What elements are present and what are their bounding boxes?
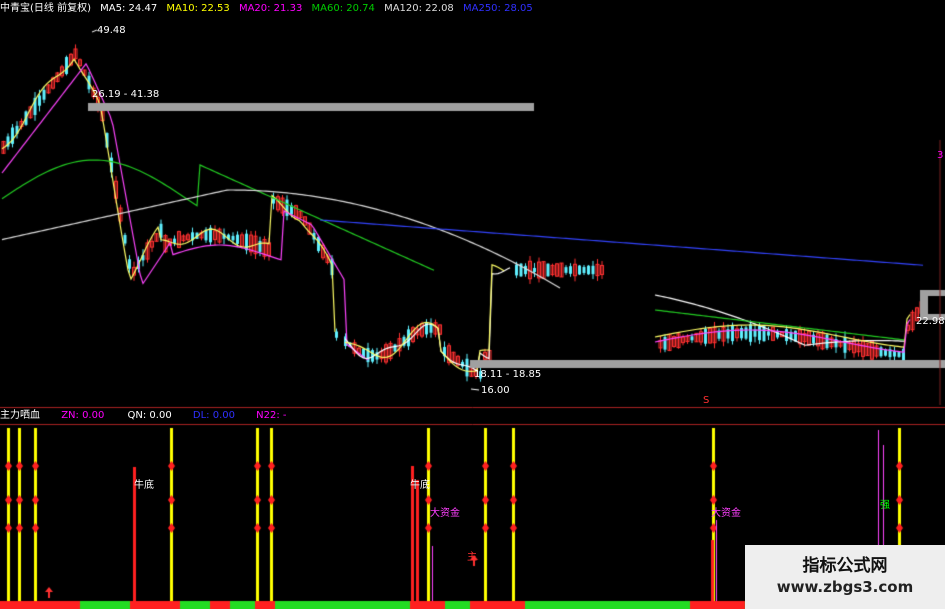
dazijin-signal-label-1: 大资金 [430,508,460,519]
zn-label: ZN: 0.00 [61,410,105,421]
ma60-label: MA60: 20.74 [311,3,375,14]
low-price-label: 16.00 [481,385,510,396]
ma120-label: MA120: 22.08 [384,3,454,14]
watermark-title: 指标公式网 [802,556,888,576]
qiang-signal-label: 强 [880,500,890,511]
stock-title: 中青宝(日线 前复权) [0,3,91,14]
price-chart-header: 中青宝(日线 前复权) MA5: 24.47 MA10: 22.53 MA20:… [0,2,539,16]
high-price-label: 49.48 [97,25,126,36]
zhuli-signal-label: 主 [467,552,477,563]
right-price-label: 22.98 [916,316,945,327]
ma5-label: MA5: 24.47 [100,3,158,14]
watermark-url: www.zbgs3.com [776,578,914,596]
dazijin-signal-label-2: 大资金 [711,508,741,519]
axis-marker: 3 [937,150,944,161]
small-marker: S [703,395,710,406]
upper-range-label: 26.19 - 41.38 [92,89,160,100]
ma10-label: MA10: 22.53 [166,3,230,14]
indicator-header: 主力哂血 ZN: 0.00 QN: 0.00 DL: 0.00 N22: - [0,409,293,423]
n22-label: N22: - [256,410,287,421]
niudi-signal-label-1: 牛底 [134,480,154,491]
ma20-label: MA20: 21.33 [238,3,303,14]
ma250-label: MA250: 28.05 [462,3,533,14]
niudi-signal-label-2: 牛底 [410,480,430,491]
lower-range-label: 18.11 - 18.85 [474,369,542,380]
qn-label: QN: 0.00 [127,410,172,421]
dl-label: DL: 0.00 [192,410,235,421]
watermark-badge: 指标公式网 www.zbgs3.com [745,545,945,609]
indicator-title: 主力哂血 [0,410,40,421]
